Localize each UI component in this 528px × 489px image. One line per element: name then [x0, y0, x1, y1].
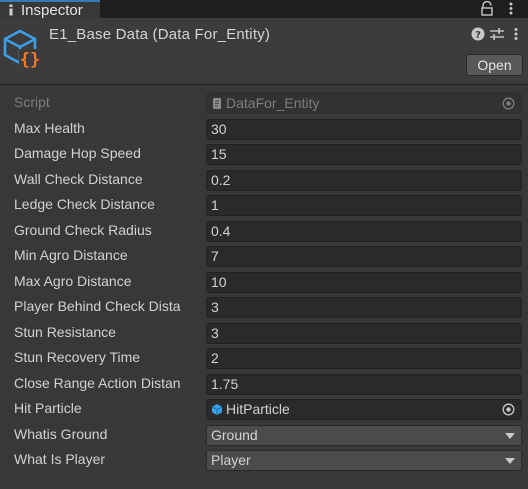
svg-text:{}: {}: [20, 50, 40, 70]
value-field[interactable]: 3: [206, 297, 522, 318]
property-value: DataFor_Entity: [226, 95, 320, 111]
lock-icon[interactable]: [480, 1, 494, 16]
property-row: Whatis Ground Ground: [0, 423, 528, 448]
property-row: Min Agro Distance 7: [0, 244, 528, 269]
more-vertical-icon[interactable]: [512, 27, 520, 41]
property-row: Wall Check Distance 0.2: [0, 168, 528, 193]
property-value: 3: [211, 299, 219, 315]
property-row: Hit Particle HitParticle: [0, 397, 528, 422]
property-value: Ground: [211, 427, 258, 443]
asset-title: E1_Base Data (Data For_Entity): [49, 26, 271, 43]
property-value: 1.75: [211, 376, 239, 392]
object-picker-icon[interactable]: [502, 403, 515, 416]
value-field[interactable]: 0.4: [206, 221, 522, 242]
script-icon: [213, 98, 221, 109]
chevron-down-icon: [505, 433, 515, 439]
value-field[interactable]: 15: [206, 144, 522, 165]
property-label: Damage Hop Speed: [14, 145, 141, 161]
info-icon: [9, 4, 13, 16]
help-icon[interactable]: ?: [471, 27, 485, 41]
property-label: Whatis Ground: [14, 426, 108, 442]
property-value: 3: [211, 325, 219, 341]
value-field[interactable]: 1.75: [206, 374, 522, 395]
property-row: Script DataFor_Entity: [0, 91, 528, 116]
tab-inspector[interactable]: Inspector: [0, 0, 100, 19]
property-label: What Is Player: [14, 451, 106, 467]
property-label: Close Range Action Distan: [14, 375, 181, 391]
property-value: 2: [211, 350, 219, 366]
tab-bar: Inspector: [0, 0, 528, 19]
value-field[interactable]: 0.2: [206, 170, 522, 191]
object-field[interactable]: HitParticle: [206, 399, 522, 420]
scriptable-object-icon: {}: [3, 29, 41, 70]
property-row: Damage Hop Speed 15: [0, 142, 528, 167]
property-label: Player Behind Check Dista: [14, 298, 181, 314]
value-field[interactable]: 10: [206, 272, 522, 293]
property-label: Stun Resistance: [14, 324, 116, 340]
property-value: 30: [211, 121, 227, 137]
property-row: Max Health 30: [0, 117, 528, 142]
property-row: Ground Check Radius 0.4: [0, 219, 528, 244]
prefab-icon: [211, 404, 223, 415]
property-value: 0.4: [211, 223, 231, 239]
preset-sliders-icon[interactable]: [489, 27, 505, 41]
property-row: What Is Player Player: [0, 448, 528, 473]
property-row: Max Agro Distance 10: [0, 270, 528, 295]
property-label: Max Agro Distance: [14, 273, 132, 289]
tab-inspector-label: Inspector: [21, 2, 83, 19]
layer-mask-dropdown[interactable]: Ground: [206, 425, 522, 446]
property-value: 15: [211, 146, 227, 162]
property-label: Script: [14, 94, 50, 110]
object-field: DataFor_Entity: [206, 93, 522, 114]
property-value: 1: [211, 197, 219, 213]
property-row: Ledge Check Distance 1: [0, 193, 528, 218]
open-button[interactable]: Open: [466, 54, 523, 76]
svg-text:?: ?: [475, 30, 481, 41]
property-label: Max Health: [14, 120, 85, 136]
value-field[interactable]: 30: [206, 119, 522, 140]
property-label: Hit Particle: [14, 400, 82, 416]
inspector-header: {} E1_Base Data (Data For_Entity) ? Open: [0, 18, 528, 84]
property-row: Stun Resistance 3: [0, 321, 528, 346]
property-label: Stun Recovery Time: [14, 349, 141, 365]
property-row: Close Range Action Distan 1.75: [0, 372, 528, 397]
property-label: Wall Check Distance: [14, 171, 143, 187]
property-value: 7: [211, 248, 219, 264]
property-value: 10: [211, 274, 227, 290]
value-field[interactable]: 7: [206, 246, 522, 267]
object-picker-icon: [502, 97, 515, 110]
value-field[interactable]: 3: [206, 323, 522, 344]
value-field[interactable]: 1: [206, 195, 522, 216]
chevron-down-icon: [505, 458, 515, 464]
property-label: Ground Check Radius: [14, 222, 152, 238]
header-divider: [0, 84, 528, 85]
property-label: Min Agro Distance: [14, 247, 128, 263]
value-field[interactable]: 2: [206, 348, 522, 369]
more-vertical-icon[interactable]: [506, 1, 516, 16]
property-value: Player: [211, 452, 251, 468]
property-label: Ledge Check Distance: [14, 196, 155, 212]
property-row: Player Behind Check Dista 3: [0, 295, 528, 320]
layer-mask-dropdown[interactable]: Player: [206, 450, 522, 471]
property-value: HitParticle: [226, 401, 290, 417]
property-value: 0.2: [211, 172, 231, 188]
property-row: Stun Recovery Time 2: [0, 346, 528, 371]
